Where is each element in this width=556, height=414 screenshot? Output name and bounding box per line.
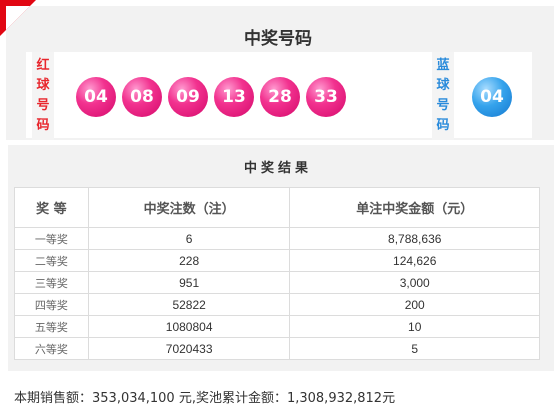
blue-ball: 04 — [472, 77, 512, 117]
blue-tag-char: 号 — [436, 98, 450, 113]
red-ball-4: 13 — [214, 77, 254, 117]
prize-level: 六等奖 — [14, 337, 89, 360]
prize-amount: 124,626 — [289, 249, 540, 272]
prize-level: 二等奖 — [14, 249, 89, 272]
red-ball-6: 33 — [306, 77, 346, 117]
winner-count: 228 — [87, 249, 291, 272]
column-header-winners: 中奖注数（注） — [87, 187, 291, 228]
prize-level: 三等奖 — [14, 271, 89, 294]
sales-summary: 本期销售额：353,034,100 元,奖池累计金额：1,308,932,812… — [14, 391, 396, 406]
column-header-level: 奖 等 — [14, 187, 89, 228]
table-row: 六等奖 7020433 5 — [14, 337, 540, 360]
red-tag-char: 码 — [36, 118, 50, 133]
table-row: 五等奖 1080804 10 — [14, 315, 540, 338]
winner-count: 6 — [87, 227, 291, 250]
winner-count: 52822 — [87, 293, 291, 316]
red-ball-tag: 红 球 号 码 — [32, 52, 54, 140]
prize-amount: 5 — [289, 337, 540, 360]
results-title: 中奖结果 — [243, 161, 312, 176]
table-row: 三等奖 951 3,000 — [14, 271, 540, 294]
red-tag-char: 球 — [36, 78, 50, 93]
red-ball-3: 09 — [168, 77, 208, 117]
prize-level: 一等奖 — [14, 227, 89, 250]
blue-tag-char: 球 — [436, 78, 450, 93]
blue-ball-tag: 蓝 球 号 码 — [432, 52, 454, 140]
blue-tag-char: 码 — [436, 118, 450, 133]
winner-count: 7020433 — [87, 337, 291, 360]
prize-amount: 200 — [289, 293, 540, 316]
prize-level: 四等奖 — [14, 293, 89, 316]
prize-amount: 8,788,636 — [289, 227, 540, 250]
prize-table: 奖 等 中奖注数（注） 单注中奖金额（元） 一等奖 6 8,788,636 二等… — [14, 187, 540, 360]
red-tag-char: 红 — [36, 58, 50, 73]
column-header-amount: 单注中奖金额（元） — [289, 187, 540, 228]
red-ball-5: 28 — [260, 77, 300, 117]
blue-tag-char: 蓝 — [436, 58, 450, 73]
table-row: 四等奖 52822 200 — [14, 293, 540, 316]
winner-count: 1080804 — [87, 315, 291, 338]
prize-level: 五等奖 — [14, 315, 89, 338]
winner-count: 951 — [87, 271, 291, 294]
table-header-row: 奖 等 中奖注数（注） 单注中奖金额（元） — [14, 187, 540, 228]
red-ball-1: 04 — [76, 77, 116, 117]
table-row: 一等奖 6 8,788,636 — [14, 227, 540, 250]
prize-amount: 10 — [289, 315, 540, 338]
red-tag-char: 号 — [36, 98, 50, 113]
red-ball-2: 08 — [122, 77, 162, 117]
table-row: 二等奖 228 124,626 — [14, 249, 540, 272]
page-title: 中奖号码 — [244, 29, 312, 49]
prize-amount: 3,000 — [289, 271, 540, 294]
